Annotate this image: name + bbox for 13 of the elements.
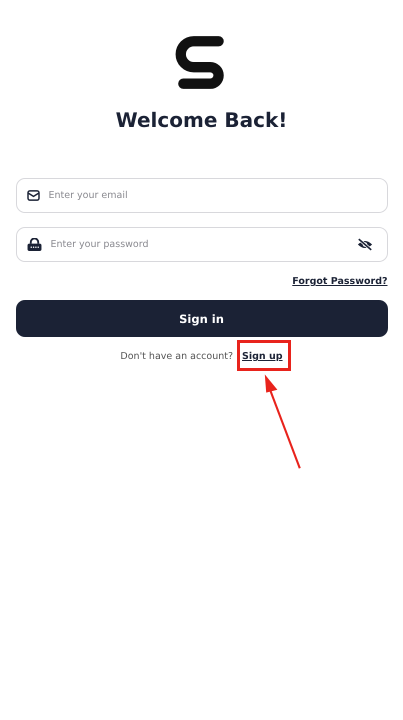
mail-icon [26,190,40,201]
input-field[interactable]: Enter your password [16,227,388,262]
sign-in-button[interactable]: Sign in [16,300,388,337]
signup-prompt: Don't have an account? [120,351,234,362]
highlight-box [237,340,291,371]
hidden-eye-icon[interactable] [356,238,372,251]
page-title: Welcome Back! [116,108,288,132]
lock-icon [26,238,42,251]
text-input[interactable]: Enter your email [48,190,372,201]
input-field[interactable]: Enter your email [16,178,388,213]
text-input[interactable]: Enter your password [50,239,348,250]
sign-up-link[interactable]: Sign up [242,351,283,362]
forgot-password-link[interactable]: Forgot Password? [292,276,388,287]
